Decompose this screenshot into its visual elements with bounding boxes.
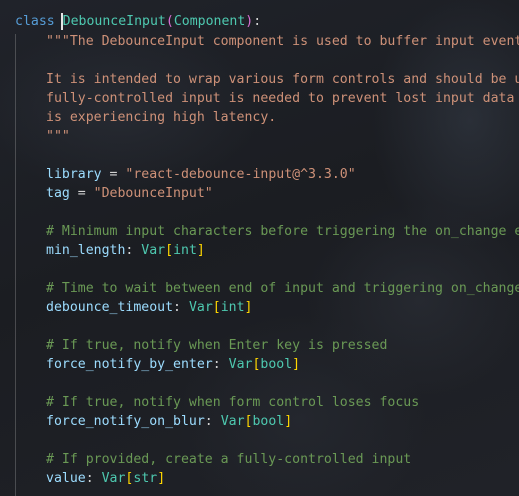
library-value: "react-debounce-input@^3.3.0" (125, 167, 356, 182)
comment-notify-blur[interactable]: # If true, notify when form control lose… (46, 393, 419, 412)
colon: : (212, 357, 229, 372)
type-var: Var (188, 300, 213, 315)
code-line-force-notify-by-enter[interactable]: force_notify_by_enter: Var[bool] (46, 355, 300, 374)
docstring-line-2[interactable]: It is intended to wrap various form cont… (46, 70, 519, 89)
code-line-tag[interactable]: tag = "DebounceInput" (46, 184, 213, 203)
type-var: Var (101, 471, 126, 486)
comment-min-length[interactable]: # Minimum input characters before trigge… (46, 222, 519, 241)
colon: : (125, 243, 142, 258)
comment-notify-enter[interactable]: # If true, notify when Enter key is pres… (46, 336, 387, 355)
type-var: Var (220, 414, 245, 429)
comment-debounce-timeout[interactable]: # Time to wait between end of input and … (46, 279, 519, 298)
assign-op: = (69, 186, 94, 201)
bracket-open: [ (165, 243, 174, 258)
paren-open: ( (165, 14, 174, 29)
attr-force-notify-by-enter: force_notify_by_enter (46, 357, 213, 372)
tag-value: "DebounceInput" (93, 186, 213, 201)
type-var: Var (141, 243, 166, 258)
attr-min-length: min_length (46, 243, 126, 258)
attr-tag: tag (46, 186, 70, 201)
type-inner: bool (260, 357, 293, 372)
bracket-close: ] (284, 414, 293, 429)
indent-guide (15, 34, 16, 496)
attr-library: library (46, 167, 102, 182)
bracket-close: ] (292, 357, 301, 372)
attr-force-notify-on-blur: force_notify_on_blur (46, 414, 205, 429)
code-line-library[interactable]: library = "react-debounce-input@^3.3.0" (46, 165, 356, 184)
base-class: Component (173, 14, 246, 29)
colon: : (253, 14, 262, 29)
colon: : (85, 471, 102, 486)
code-line-force-notify-on-blur[interactable]: force_notify_on_blur: Var[bool] (46, 412, 292, 431)
attr-value: value (46, 471, 86, 486)
assign-op: = (101, 167, 126, 182)
code-line-debounce-timeout[interactable]: debounce_timeout: Var[int] (46, 298, 253, 317)
type-inner: int (220, 300, 245, 315)
code-editor[interactable]: class DebounceInput(Component): """The D… (0, 0, 519, 496)
bracket-open: [ (212, 300, 221, 315)
colon: : (173, 300, 189, 315)
docstring-line-1[interactable]: """The DebounceInput component is used t… (46, 32, 519, 51)
docstring-end[interactable]: """ (46, 127, 70, 146)
bracket-close: ] (157, 471, 166, 486)
keyword-class: class (15, 14, 55, 29)
code-line-class-def[interactable]: class DebounceInput(Component): (15, 12, 261, 31)
docstring-line-3[interactable]: fully-controlled input is needed to prev… (46, 89, 519, 108)
attr-debounce-timeout: debounce_timeout (46, 300, 174, 315)
code-line-value[interactable]: value: Var[str] (46, 469, 165, 488)
bracket-close: ] (196, 243, 205, 258)
comment-value[interactable]: # If provided, create a fully-controlled… (46, 450, 411, 469)
docstring-line-4[interactable]: is experiencing high latency. (46, 108, 276, 127)
type-inner: int (173, 243, 197, 258)
type-inner: bool (252, 414, 285, 429)
colon: : (204, 414, 221, 429)
code-line-min-length[interactable]: min_length: Var[int] (46, 241, 205, 260)
type-var: Var (228, 357, 253, 372)
bracket-close: ] (244, 300, 253, 315)
type-inner: str (133, 471, 158, 486)
class-name: DebounceInput (62, 14, 166, 29)
